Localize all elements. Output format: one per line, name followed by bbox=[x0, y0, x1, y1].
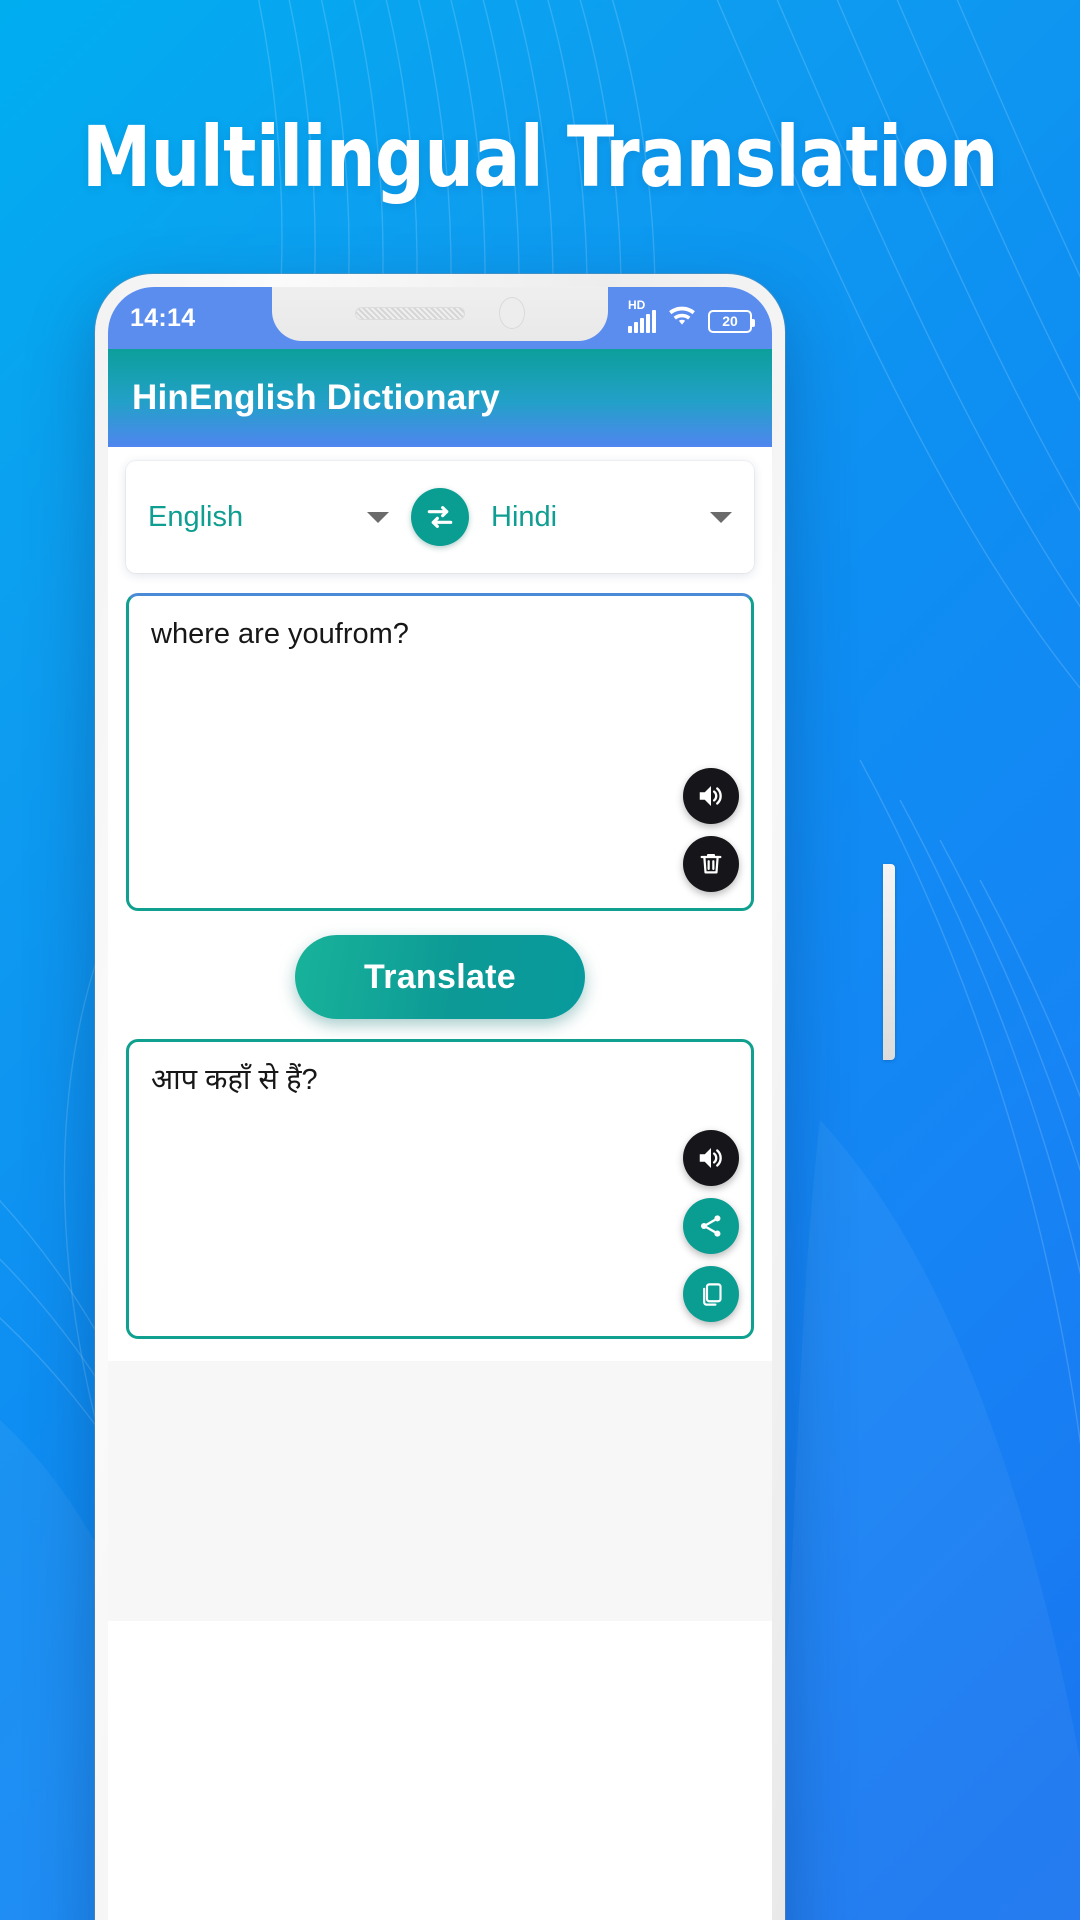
translated-text: आप कहाँ से हैं? bbox=[151, 1064, 318, 1096]
swap-horizontal-icon bbox=[427, 506, 453, 528]
phone-notch bbox=[272, 287, 608, 341]
wifi-icon bbox=[667, 304, 697, 333]
battery-icon: 20 bbox=[708, 309, 755, 333]
clear-source-button[interactable] bbox=[683, 836, 739, 892]
battery-level: 20 bbox=[722, 313, 738, 329]
hd-label: HD bbox=[628, 297, 646, 312]
status-time: 14:14 bbox=[130, 303, 196, 332]
trash-icon bbox=[700, 854, 722, 874]
share-icon bbox=[700, 1215, 721, 1237]
front-camera-icon bbox=[499, 297, 525, 329]
app-content: English Hindi where are youfrom? Transla… bbox=[108, 461, 772, 1920]
translate-button-row: Translate bbox=[126, 935, 754, 1019]
copy-translation-button[interactable] bbox=[683, 1266, 739, 1322]
chevron-down-icon bbox=[710, 511, 732, 523]
app-bottom-area bbox=[108, 1361, 772, 1621]
app-bar: HinEnglish Dictionary bbox=[108, 349, 772, 447]
phone-side-button-power bbox=[883, 864, 895, 1060]
source-language-label: English bbox=[148, 500, 244, 533]
phone-screen: 14:14 HD 20 HinEnglish Dictionary Englis… bbox=[108, 287, 772, 1920]
speak-source-button[interactable] bbox=[683, 768, 739, 824]
status-icons: HD 20 bbox=[628, 298, 755, 333]
swap-languages-button[interactable] bbox=[411, 488, 469, 546]
phone-mockup: 14:14 HD 20 HinEnglish Dictionary Englis… bbox=[95, 274, 895, 1920]
copy-icon bbox=[702, 1282, 722, 1306]
speaker-icon bbox=[699, 1148, 722, 1168]
promo-headline: Multilingual Translation bbox=[82, 108, 998, 206]
language-selector-card: English Hindi bbox=[126, 461, 754, 573]
earpiece-speaker-icon bbox=[355, 306, 465, 320]
promo-banner: Multilingual Translation 14:14 HD 20 Hin… bbox=[0, 0, 1080, 1920]
source-text: where are youfrom? bbox=[151, 618, 409, 650]
source-language-dropdown[interactable]: English bbox=[126, 501, 411, 534]
chevron-down-icon bbox=[367, 511, 389, 523]
source-text-area[interactable]: where are youfrom? bbox=[126, 593, 754, 911]
target-language-label: Hindi bbox=[491, 500, 558, 533]
cellular-signal-icon: HD bbox=[628, 298, 656, 333]
translated-text-area[interactable]: आप कहाँ से हैं? bbox=[126, 1039, 754, 1339]
share-translation-button[interactable] bbox=[683, 1198, 739, 1254]
speaker-icon bbox=[699, 786, 722, 806]
app-title: HinEnglish Dictionary bbox=[132, 378, 500, 417]
translate-button[interactable]: Translate bbox=[295, 935, 585, 1019]
signal-bars bbox=[628, 309, 656, 333]
source-action-buttons bbox=[683, 768, 739, 892]
status-bar: 14:14 HD 20 bbox=[108, 287, 772, 349]
speak-translation-button[interactable] bbox=[683, 1130, 739, 1186]
target-language-dropdown[interactable]: Hindi bbox=[469, 501, 754, 534]
output-action-buttons bbox=[683, 1130, 739, 1322]
